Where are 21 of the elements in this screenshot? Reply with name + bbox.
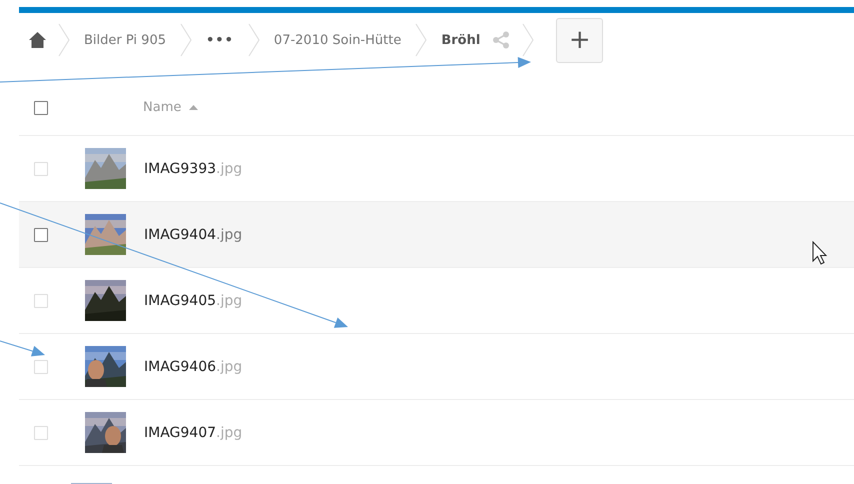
share-icon[interactable] <box>492 31 510 49</box>
breadcrumb-link[interactable]: Bilder Pi 905 <box>82 32 168 48</box>
chevron-icon <box>248 23 260 57</box>
chevron-icon <box>522 23 534 57</box>
chevron-icon <box>58 23 70 57</box>
file-name[interactable]: IMAG9406.jpg <box>144 358 242 374</box>
select-all-checkbox[interactable] <box>34 100 48 114</box>
home-icon[interactable] <box>29 32 46 48</box>
file-name[interactable]: IMAG9407.jpg <box>144 424 242 440</box>
breadcrumb-current[interactable]: Bröhl <box>439 32 482 48</box>
file-row[interactable]: IMAG9404.jpg <box>19 202 854 268</box>
breadcrumb-link[interactable]: 07-2010 Soin-Hütte <box>272 32 404 48</box>
chevron-icon <box>415 23 428 57</box>
annotation-arrow <box>0 340 45 356</box>
file-name[interactable]: IMAG9404.jpg <box>144 226 242 242</box>
row-checkbox[interactable] <box>34 228 48 242</box>
more-link[interactable]: ••• <box>204 32 236 48</box>
file-name[interactable]: IMAG9393.jpg <box>144 160 242 176</box>
file-name[interactable]: IMAG9405.jpg <box>144 292 242 308</box>
add-button[interactable]: + <box>556 18 604 62</box>
chevron-icon <box>180 23 192 57</box>
